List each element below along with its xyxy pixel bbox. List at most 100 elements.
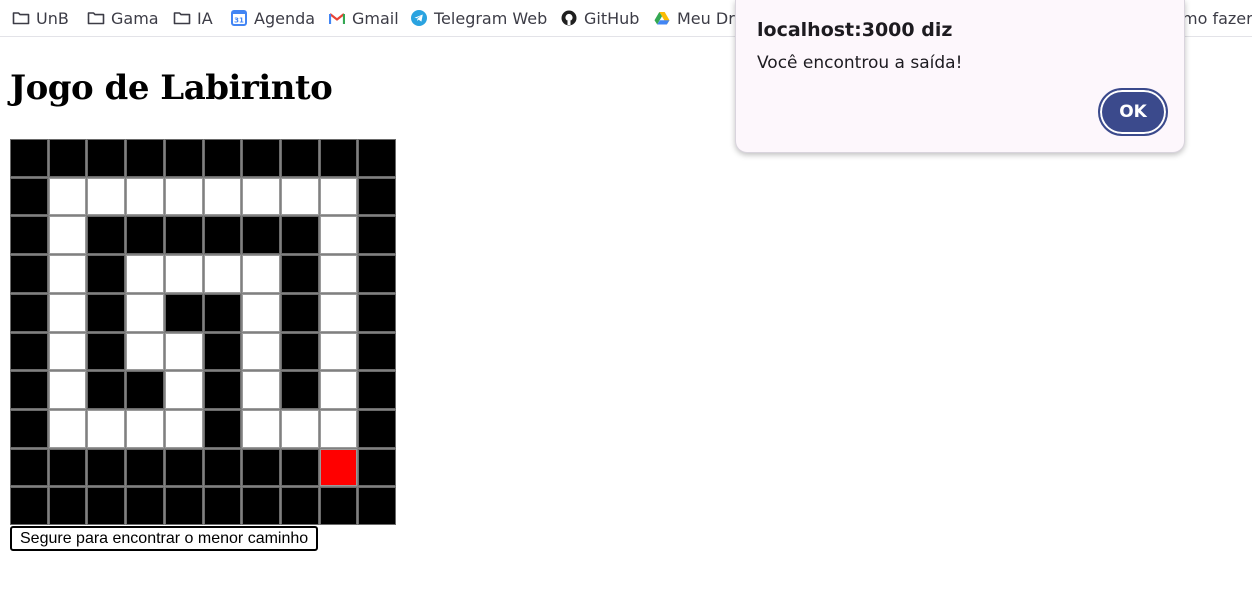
folder-icon bbox=[87, 9, 105, 27]
maze-cell-wall bbox=[10, 487, 48, 525]
maze-cell-wall bbox=[280, 487, 319, 525]
maze-cell-wall bbox=[10, 293, 48, 332]
maze-cell-wall bbox=[87, 139, 126, 177]
maze-cell-wall bbox=[358, 216, 396, 255]
folder-icon bbox=[12, 9, 30, 27]
telegram-icon bbox=[410, 9, 428, 27]
ok-button[interactable]: OK bbox=[1098, 88, 1168, 136]
maze-cell-wall bbox=[48, 139, 87, 177]
maze-cell-wall bbox=[358, 409, 396, 448]
bookmark-github[interactable]: GitHub bbox=[560, 0, 639, 36]
alert-dialog: localhost:3000 diz Você encontrou a saíd… bbox=[735, 0, 1185, 153]
gmail-icon bbox=[328, 9, 346, 27]
maze-cell-wall bbox=[164, 448, 203, 487]
maze-cell-wall bbox=[280, 293, 319, 332]
maze-cell-wall bbox=[358, 448, 396, 487]
maze-cell-wall bbox=[280, 448, 319, 487]
bookmark-label: GitHub bbox=[584, 8, 640, 28]
maze-cell-wall bbox=[203, 332, 242, 371]
google-drive-icon bbox=[653, 9, 671, 27]
maze-cell-wall bbox=[358, 332, 396, 371]
maze-cell-wall bbox=[87, 371, 126, 409]
svg-text:31: 31 bbox=[234, 17, 244, 25]
maze-cell-wall bbox=[87, 255, 126, 293]
maze-cell-path bbox=[48, 409, 87, 448]
bookmark-gama[interactable]: Gama bbox=[87, 0, 159, 36]
maze-cell-wall bbox=[87, 487, 126, 525]
maze-cell-path bbox=[319, 216, 358, 255]
maze-cell-wall bbox=[164, 216, 203, 255]
dialog-title: localhost:3000 diz bbox=[757, 19, 953, 41]
maze-cell-path bbox=[87, 409, 126, 448]
maze-cell-wall bbox=[358, 177, 396, 216]
maze-cell-path bbox=[164, 371, 203, 409]
maze-cell-wall bbox=[280, 371, 319, 409]
maze-cell-wall bbox=[358, 255, 396, 293]
maze-cell-wall bbox=[280, 139, 319, 177]
maze-cell-wall bbox=[126, 448, 164, 487]
maze-cell-path bbox=[319, 332, 358, 371]
maze-cell-wall bbox=[87, 332, 126, 371]
maze-cell-path bbox=[126, 177, 164, 216]
maze-cell-wall bbox=[10, 139, 48, 177]
maze-cell-wall bbox=[242, 216, 280, 255]
maze-cell-wall bbox=[358, 371, 396, 409]
maze-cell-path bbox=[126, 255, 164, 293]
bookmark-como-fazer[interactable]: mo fazer bbox=[1182, 0, 1252, 36]
maze-cell-path bbox=[203, 177, 242, 216]
maze-cell-path bbox=[164, 255, 203, 293]
bookmark-unb[interactable]: UnB bbox=[12, 0, 69, 36]
maze-cell-wall bbox=[126, 487, 164, 525]
bookmark-label: Telegram Web bbox=[434, 8, 548, 28]
maze-cell-path bbox=[242, 293, 280, 332]
page-title: Jogo de Labirinto bbox=[10, 68, 333, 108]
maze-cell-path bbox=[280, 177, 319, 216]
maze-cell-path bbox=[48, 216, 87, 255]
maze-cell-wall bbox=[10, 371, 48, 409]
maze-grid bbox=[10, 139, 396, 525]
bookmark-ia[interactable]: IA bbox=[173, 0, 213, 36]
bookmark-gmail[interactable]: Gmail bbox=[328, 0, 399, 36]
maze-cell-wall bbox=[358, 487, 396, 525]
maze-cell-path bbox=[164, 177, 203, 216]
maze-cell-path bbox=[48, 371, 87, 409]
maze-cell-current bbox=[319, 448, 358, 487]
bookmark-label: Agenda bbox=[254, 8, 316, 28]
maze-cell-wall bbox=[164, 139, 203, 177]
maze-cell-wall bbox=[164, 293, 203, 332]
maze-cell-path bbox=[242, 255, 280, 293]
bookmark-telegram[interactable]: Telegram Web bbox=[410, 0, 547, 36]
bookmark-agenda[interactable]: 31 Agenda bbox=[230, 0, 315, 36]
maze-cell-wall bbox=[280, 216, 319, 255]
maze-cell-wall bbox=[10, 409, 48, 448]
maze-cell-wall bbox=[242, 448, 280, 487]
maze-cell-wall bbox=[203, 216, 242, 255]
maze-cell-path bbox=[126, 332, 164, 371]
maze-cell-wall bbox=[280, 255, 319, 293]
maze-cell-wall bbox=[10, 177, 48, 216]
maze-cell-path bbox=[87, 177, 126, 216]
maze-cell-wall bbox=[242, 487, 280, 525]
find-shortest-path-button[interactable]: Segure para encontrar o menor caminho bbox=[10, 526, 319, 551]
maze-cell-wall bbox=[87, 216, 126, 255]
maze-cell-wall bbox=[10, 216, 48, 255]
maze-cell-wall bbox=[87, 448, 126, 487]
maze-cell-path bbox=[319, 409, 358, 448]
maze-cell-path bbox=[319, 371, 358, 409]
maze-cell-path bbox=[126, 293, 164, 332]
maze-cell-wall bbox=[87, 293, 126, 332]
bookmark-label: mo fazer bbox=[1182, 8, 1252, 28]
maze-cell-path bbox=[48, 332, 87, 371]
maze-cell-path bbox=[280, 409, 319, 448]
maze-cell-path bbox=[48, 177, 87, 216]
maze-cell-path bbox=[242, 177, 280, 216]
maze-cell-wall bbox=[203, 293, 242, 332]
bookmark-meu-drive[interactable]: Meu Dri bbox=[653, 0, 739, 36]
maze-cell-wall bbox=[10, 448, 48, 487]
maze-cell-wall bbox=[10, 255, 48, 293]
maze-cell-path bbox=[319, 255, 358, 293]
maze-cell-path bbox=[203, 255, 242, 293]
maze-cell-wall bbox=[203, 409, 242, 448]
maze-cell-wall bbox=[319, 139, 358, 177]
maze-cell-wall bbox=[126, 139, 164, 177]
